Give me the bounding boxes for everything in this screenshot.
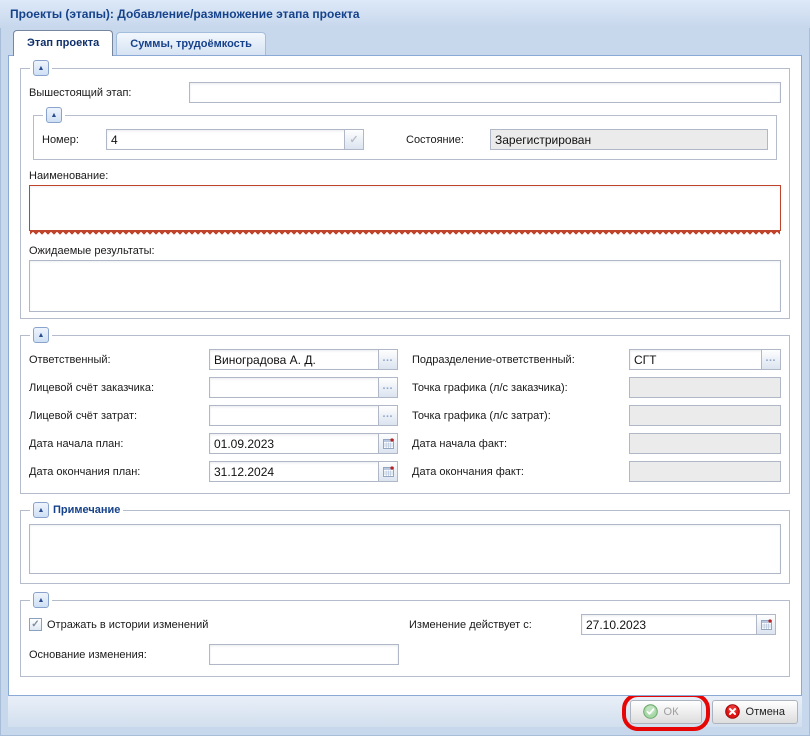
fact-end-date-field [629, 461, 781, 482]
ellipsis-icon: … [382, 408, 394, 424]
tab-stage[interactable]: Этап проекта [13, 30, 113, 56]
parent-stage-label: Вышестоящий этап: [29, 87, 189, 99]
invalid-zigzag-marker [30, 231, 780, 235]
parent-stage-input-value[interactable] [190, 83, 780, 102]
tab-stage-label: Этап проекта [27, 37, 99, 49]
calendar-icon [383, 438, 394, 449]
customer-account-input-value[interactable] [210, 378, 378, 397]
responsible-department-input-value[interactable] [630, 350, 761, 369]
cancel-x-icon [725, 704, 740, 719]
check-icon: ✓ [349, 133, 358, 146]
fieldset-number-state: ▲ Номер: ✓ Состояние: [33, 115, 777, 160]
fieldset-main: ▲ Вышестоящий этап: ▲ Номер: ✓ Состо [20, 68, 790, 319]
change-effective-date-label: Изменение действует с: [409, 619, 581, 631]
change-reason-label: Основание изменения: [29, 649, 209, 661]
customer-account-label: Лицевой счёт заказчика: [29, 382, 209, 394]
schedule-point-cost-field [629, 405, 781, 426]
state-field [490, 129, 768, 150]
plan-end-date-input[interactable] [209, 461, 398, 482]
fieldset-change-history: ▲ ✓ Отражать в истории изменений Изменен… [20, 600, 790, 677]
ellipsis-icon: … [765, 352, 777, 368]
expected-results-label: Ожидаемые результаты: [29, 245, 781, 257]
cancel-button-label: Отмена [746, 706, 785, 718]
calendar-icon [383, 466, 394, 477]
schedule-point-cost-label: Точка графика (л/с затрат): [412, 410, 629, 422]
plan-start-date-picker-trigger[interactable] [378, 434, 397, 453]
responsible-label: Ответственный: [29, 354, 209, 366]
note-legend: Примечание [53, 504, 120, 516]
checkbox-check-icon: ✓ [31, 620, 39, 630]
stage-form-panel: ▲ Вышестоящий этап: ▲ Номер: ✓ Состо [8, 55, 802, 696]
ellipsis-icon: … [382, 380, 394, 396]
customer-account-input[interactable]: … [209, 377, 398, 398]
fact-start-date-label: Дата начала факт: [412, 438, 629, 450]
cost-account-input[interactable]: … [209, 405, 398, 426]
window-titlebar: Проекты (этапы): Добавление/размножение … [0, 0, 810, 28]
number-input[interactable]: ✓ [106, 129, 364, 150]
responsible-department-input[interactable]: … [629, 349, 781, 370]
fact-end-date-label: Дата окончания факт: [412, 466, 629, 478]
expected-results-textarea[interactable] [29, 260, 781, 312]
ok-button[interactable]: ОК [630, 700, 702, 724]
collapse-toggle-icon[interactable]: ▲ [33, 327, 49, 343]
fieldset-details: ▲ Ответственный: … Подразделение-ответст… [20, 335, 790, 494]
change-effective-date-input[interactable] [581, 614, 776, 635]
calendar-icon [761, 619, 772, 630]
schedule-point-cost-value [630, 406, 780, 425]
ok-button-label: ОК [664, 706, 679, 718]
fact-end-date-value [630, 462, 780, 481]
plan-end-date-value[interactable] [210, 462, 378, 481]
responsible-lookup-trigger[interactable]: … [378, 350, 397, 369]
state-label: Состояние: [406, 134, 490, 146]
fieldset-note: ▲ Примечание [20, 510, 790, 584]
collapse-toggle-icon[interactable]: ▲ [33, 502, 49, 518]
responsible-input[interactable]: … [209, 349, 398, 370]
plan-start-date-label: Дата начала план: [29, 438, 209, 450]
change-effective-date-picker-trigger[interactable] [756, 615, 775, 634]
parent-stage-input[interactable] [189, 82, 781, 103]
name-label: Наименование: [29, 170, 781, 182]
plan-start-date-input[interactable] [209, 433, 398, 454]
ok-check-icon [643, 704, 658, 719]
change-reason-input-value[interactable] [210, 645, 398, 664]
plan-end-date-label: Дата окончания план: [29, 466, 209, 478]
customer-account-lookup-trigger[interactable]: … [378, 378, 397, 397]
schedule-point-customer-field [629, 377, 781, 398]
fact-start-date-value [630, 434, 780, 453]
history-checkbox-row: ✓ Отражать в истории изменений [29, 618, 409, 631]
tab-strip: Этап проекта Суммы, трудоёмкость [0, 28, 810, 55]
collapse-toggle-icon[interactable]: ▲ [33, 60, 49, 76]
collapse-toggle-icon[interactable]: ▲ [33, 592, 49, 608]
responsible-input-value[interactable] [210, 350, 378, 369]
cancel-button[interactable]: Отмена [712, 700, 798, 724]
cost-account-lookup-trigger[interactable]: … [378, 406, 397, 425]
cost-account-label: Лицевой счёт затрат: [29, 410, 209, 422]
tab-sums-label: Суммы, трудоёмкость [130, 38, 252, 50]
history-checkbox-label: Отражать в истории изменений [47, 619, 208, 631]
number-check-trigger[interactable]: ✓ [344, 130, 363, 149]
change-reason-input[interactable] [209, 644, 399, 665]
state-field-value [491, 130, 767, 149]
responsible-department-label: Подразделение-ответственный: [412, 354, 629, 366]
number-label: Номер: [42, 134, 106, 146]
name-textarea[interactable] [29, 185, 781, 231]
tab-sums[interactable]: Суммы, трудоёмкость [116, 32, 266, 55]
plan-start-date-value[interactable] [210, 434, 378, 453]
ellipsis-icon: … [382, 352, 394, 368]
history-checkbox[interactable]: ✓ [29, 618, 42, 631]
change-effective-date-value[interactable] [582, 615, 756, 634]
number-input-value[interactable] [107, 130, 344, 149]
department-lookup-trigger[interactable]: … [761, 350, 780, 369]
schedule-point-customer-label: Точка графика (л/с заказчика): [412, 382, 629, 394]
collapse-toggle-icon[interactable]: ▲ [46, 107, 62, 123]
fact-start-date-field [629, 433, 781, 454]
schedule-point-customer-value [630, 378, 780, 397]
note-textarea[interactable] [29, 524, 781, 574]
window-title: Проекты (этапы): Добавление/размножение … [10, 7, 360, 21]
cost-account-input-value[interactable] [210, 406, 378, 425]
button-bar: ОК Отмена [8, 696, 802, 727]
plan-end-date-picker-trigger[interactable] [378, 462, 397, 481]
